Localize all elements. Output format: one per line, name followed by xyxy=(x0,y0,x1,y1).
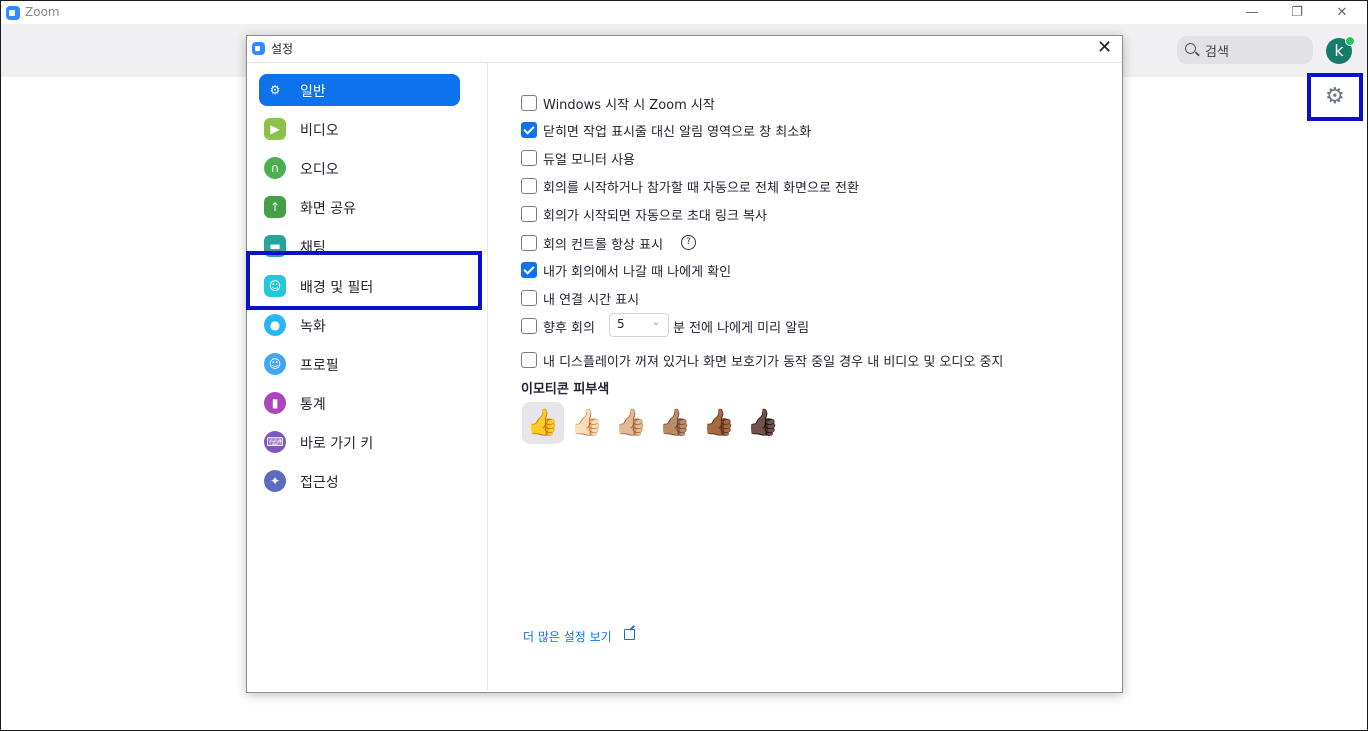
record-icon: ● xyxy=(264,314,286,336)
sidebar-item-2[interactable]: ∩ 오디오 xyxy=(259,152,460,184)
settings-button[interactable]: ⚙ xyxy=(1307,73,1363,121)
sidebar-item-label: 통계 xyxy=(300,397,326,413)
sidebar-item-0[interactable]: ⚙ 일반 xyxy=(259,74,460,106)
sidebar-icon-glyph: ☺ xyxy=(268,279,282,293)
minimize-button[interactable]: — xyxy=(1237,3,1267,23)
zoom-logo-icon xyxy=(252,42,265,55)
dialog-title: 설정 xyxy=(271,42,294,56)
settings-sidebar: ⚙ 일반 ▶ 비디오 ∩ 오디오 ↑ 화면 공유 ▬ 채팅 ☺ 배경 및 필터 ● 녹화 ☺ 프로필 ▮ 통계 ⌨ 바… xyxy=(247,63,488,691)
search-input[interactable]: 검색 xyxy=(1177,36,1313,64)
option-checkbox[interactable] xyxy=(521,150,537,166)
sidebar-item-8[interactable]: ▮ 통계 xyxy=(259,387,460,419)
option-label: 닫히면 작업 표시줄 대신 알림 영역으로 창 최소화 xyxy=(543,125,812,140)
thumbs-up-skin-tone-5[interactable]: 👍🏿 xyxy=(742,402,784,444)
option-checkbox[interactable] xyxy=(521,318,537,334)
dialog-titlebar: 설정 ✕ xyxy=(247,36,1122,63)
keyboard-icon: ⌨ xyxy=(264,431,286,453)
sidebar-item-10[interactable]: ✦ 접근성 xyxy=(259,465,460,497)
help-icon[interactable]: ? xyxy=(681,235,696,250)
sidebar-item-label: 화면 공유 xyxy=(300,201,356,217)
search-icon xyxy=(1185,43,1196,54)
thumbs-up-skin-tone-1[interactable]: 👍🏻 xyxy=(566,402,608,444)
video-camera-icon: ▶ xyxy=(264,118,286,140)
option-label: 내 디스플레이가 꺼져 있거나 화면 보호기가 동작 중일 경우 내 비디오 및… xyxy=(543,355,1004,370)
restore-button[interactable]: ❐ xyxy=(1282,3,1312,23)
option-label: 회의 컨트롤 항상 표시 xyxy=(543,238,664,253)
close-dialog-button[interactable]: ✕ xyxy=(1097,38,1112,58)
thumbs-up-skin-tone-2[interactable]: 👍🏼 xyxy=(610,402,652,444)
sidebar-item-label: 일반 xyxy=(300,84,326,100)
settings-dialog: 설정 ✕ ⚙ 일반 ▶ 비디오 ∩ 오디오 ↑ 화면 공유 ▬ 채팅 ☺ 배경 및 필터 ● 녹화 ☺ 프로필… xyxy=(246,35,1123,693)
sidebar-item-1[interactable]: ▶ 비디오 xyxy=(259,113,460,145)
sidebar-item-7[interactable]: ☺ 프로필 xyxy=(259,348,460,380)
sidebar-icon-glyph: ● xyxy=(269,318,281,332)
option-label: 회의가 시작되면 자동으로 초대 링크 복사 xyxy=(543,209,767,224)
sidebar-icon-glyph: ▶ xyxy=(270,122,280,136)
chevron-down-icon: ⌄ xyxy=(652,317,661,328)
window-title: Zoom xyxy=(25,5,60,19)
thumbs-up-skin-tone-4[interactable]: 👍🏾 xyxy=(698,402,740,444)
sidebar-item-label: 채팅 xyxy=(300,240,326,256)
option-label: 듀얼 모니터 사용 xyxy=(543,153,635,168)
sidebar-item-label: 배경 및 필터 xyxy=(300,280,374,296)
statistics-icon: ▮ xyxy=(264,392,286,414)
option-label: 회의를 시작하거나 참가할 때 자동으로 전체 화면으로 전환 xyxy=(543,181,859,196)
option-checkbox[interactable] xyxy=(521,290,537,306)
option-checkbox[interactable] xyxy=(521,206,537,222)
sidebar-icon-glyph: ⚙ xyxy=(269,83,281,97)
sidebar-item-6[interactable]: ● 녹화 xyxy=(259,309,460,341)
thumbs-up-skin-tone-0[interactable]: 👍 xyxy=(522,402,564,444)
sidebar-icon-glyph: ☺ xyxy=(268,357,282,371)
sidebar-icon-glyph: ⌨ xyxy=(266,435,284,449)
background-icon: ☺ xyxy=(264,275,286,297)
window-titlebar: Zoom — ❐ ✕ xyxy=(1,1,1367,24)
sidebar-icon-glyph: ▮ xyxy=(271,396,279,410)
accessibility-icon: ✦ xyxy=(264,470,286,492)
sidebar-item-label: 바로 가기 키 xyxy=(300,436,374,452)
option-label: Windows 시작 시 Zoom 시작 xyxy=(543,98,715,113)
option-checkbox[interactable] xyxy=(521,352,537,368)
sidebar-icon-glyph: ▬ xyxy=(269,239,281,253)
sidebar-item-label: 오디오 xyxy=(300,162,339,178)
option-label: 향후 회의 xyxy=(543,321,595,336)
gear-icon: ⚙ xyxy=(264,79,286,101)
sidebar-icon-glyph: ✦ xyxy=(269,474,281,488)
thumbs-up-skin-tone-3[interactable]: 👍🏽 xyxy=(654,402,696,444)
emoji-skin-tone-title: 이모티콘 피부색 xyxy=(521,382,610,397)
option-label: 내가 회의에서 나갈 때 나에게 확인 xyxy=(543,265,732,280)
sidebar-item-3[interactable]: ↑ 화면 공유 xyxy=(259,191,460,223)
external-link-icon xyxy=(624,629,635,640)
select-value: 5 xyxy=(617,317,625,331)
status-indicator xyxy=(1345,36,1355,46)
option-checkbox[interactable] xyxy=(521,122,537,138)
sidebar-icon-glyph: ∩ xyxy=(270,161,280,175)
sidebar-item-4[interactable]: ▬ 채팅 xyxy=(259,230,460,262)
reminder-minutes-select[interactable]: 5 ⌄ xyxy=(609,313,669,337)
more-settings-link[interactable]: 더 많은 설정 보기 xyxy=(523,628,612,645)
close-window-button[interactable]: ✕ xyxy=(1327,3,1357,23)
option-checkbox[interactable] xyxy=(521,262,537,278)
sidebar-item-label: 비디오 xyxy=(300,123,339,139)
chat-icon: ▬ xyxy=(264,235,286,257)
sidebar-item-label: 접근성 xyxy=(300,475,339,491)
sidebar-item-9[interactable]: ⌨ 바로 가기 키 xyxy=(259,426,460,458)
option-checkbox[interactable] xyxy=(521,235,537,251)
reminder-suffix-label: 분 전에 나에게 미리 알림 xyxy=(673,321,810,336)
option-checkbox[interactable] xyxy=(521,178,537,194)
option-checkbox[interactable] xyxy=(521,95,537,111)
search-placeholder: 검색 xyxy=(1205,45,1229,60)
option-label: 내 연결 시간 표시 xyxy=(543,293,640,308)
headphones-icon: ∩ xyxy=(264,157,286,179)
profile-icon: ☺ xyxy=(264,353,286,375)
share-screen-icon: ↑ xyxy=(264,196,286,218)
sidebar-item-label: 녹화 xyxy=(300,319,326,335)
zoom-logo-icon xyxy=(6,6,20,20)
sidebar-icon-glyph: ↑ xyxy=(269,200,281,214)
sidebar-item-5[interactable]: ☺ 배경 및 필터 xyxy=(259,270,460,302)
sidebar-item-label: 프로필 xyxy=(300,358,339,374)
gear-icon: ⚙ xyxy=(1325,84,1345,109)
